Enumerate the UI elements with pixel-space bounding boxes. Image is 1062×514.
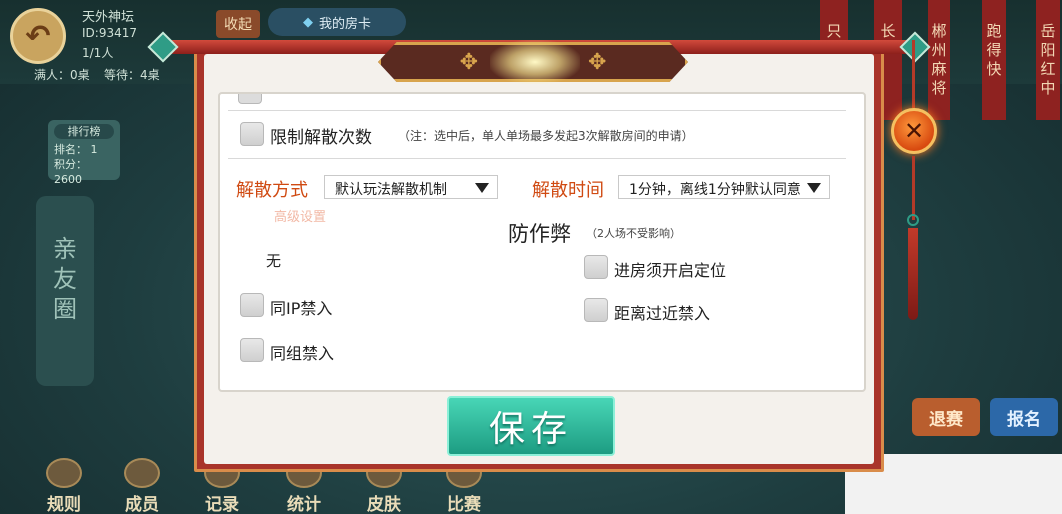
divider: [228, 158, 846, 159]
signup-button[interactable]: 报名: [990, 398, 1058, 436]
dissolve-time-value: 1分钟，离线1分钟默认同意: [629, 182, 801, 198]
limit-dissolve-label: 限制解散次数: [270, 128, 372, 148]
nav-label: 记录: [205, 495, 239, 514]
dissolve-time-select[interactable]: 1分钟，离线1分钟默认同意: [618, 175, 830, 199]
close-icon: ✕: [903, 117, 925, 145]
checkbox-partial[interactable]: [238, 94, 262, 104]
nav-rules[interactable]: 规则: [38, 458, 90, 514]
question-icon: [46, 458, 82, 488]
dissolve-method-select[interactable]: 默认玩法解散机制: [324, 175, 498, 199]
dissolve-time-label: 解散时间: [532, 180, 604, 201]
game-column-3[interactable]: 郴州麻将: [928, 0, 950, 120]
scrolled-row: [238, 94, 738, 104]
divider: [228, 110, 846, 111]
nav-label: 比赛: [447, 495, 481, 514]
nav-label: 成员: [125, 495, 159, 514]
player-count: 1/1人: [82, 46, 114, 60]
dissolve-method-label: 解散方式: [236, 180, 308, 201]
game-column-label: 跑得快: [986, 22, 1002, 78]
user-id: ID:93417: [82, 26, 137, 40]
game-column-label: 岳阳红中: [1040, 22, 1056, 97]
tassel-bead-icon: [907, 214, 919, 226]
same-group-label: 同组禁入: [270, 344, 335, 363]
ornament-icon: ✥: [588, 49, 607, 75]
user-name: 天外神坛: [82, 10, 135, 25]
tassel-icon: [908, 228, 918, 320]
game-column-label: 只: [826, 22, 842, 40]
tassel-string: [912, 40, 915, 108]
advanced-value: 无: [266, 252, 282, 270]
gem-icon: ◆: [302, 14, 313, 30]
rank-value: 排名： 1: [54, 143, 98, 156]
tables-waiting: 等待：4桌: [104, 68, 160, 82]
advanced-settings-label: 高级设置: [274, 210, 327, 225]
collapse-button[interactable]: 收起: [216, 10, 260, 38]
anti-cheat-title: 防作弊: [508, 222, 571, 246]
require-location-checkbox[interactable]: [584, 255, 608, 279]
person-icon: [124, 458, 160, 488]
same-group-checkbox[interactable]: [240, 338, 264, 362]
title-glow: [490, 40, 580, 84]
nav-label: 规则: [47, 495, 81, 514]
dropdown-arrow-icon: [475, 183, 489, 193]
limit-dissolve-checkbox[interactable]: [240, 122, 264, 146]
tassel-string: [912, 156, 915, 220]
my-room-card-button[interactable]: ◆ 我的房卡: [268, 8, 406, 36]
friend-circle-button[interactable]: 亲友圈: [36, 196, 94, 386]
same-ip-label: 同IP禁入: [270, 299, 333, 318]
distance-too-close-label: 距离过近禁入: [614, 304, 711, 323]
friend-circle-label: 亲友圈: [53, 235, 77, 323]
rank-list-title: 排行榜: [54, 124, 114, 139]
require-location-label: 进房须开启定位: [614, 261, 727, 280]
score-value: 积分：2600: [54, 158, 87, 186]
dissolve-method-value: 默认玩法解散机制: [335, 182, 447, 198]
exit-match-button[interactable]: 退赛: [912, 398, 980, 436]
limit-dissolve-note: （注：选中后，单人单场最多发起3次解散房间的申请）: [398, 129, 694, 143]
game-column-label: 郴州麻将: [931, 22, 947, 97]
game-column-label: 长: [880, 22, 896, 40]
anti-cheat-note: （2人场不受影响）: [586, 227, 681, 240]
nav-members[interactable]: 成员: [116, 458, 168, 514]
ornament-icon: ✥: [459, 49, 478, 75]
back-arrow-icon[interactable]: ↶: [10, 8, 66, 64]
distance-too-close-checkbox[interactable]: [584, 298, 608, 322]
settings-panel[interactable]: 限制解散次数 （注：选中后，单人单场最多发起3次解散房间的申请） 解散方式 默认…: [218, 92, 866, 392]
dropdown-arrow-icon: [807, 183, 821, 193]
tables-full: 满人：0桌: [34, 68, 90, 82]
nav-label: 统计: [287, 495, 321, 514]
save-button[interactable]: 保存: [447, 396, 615, 456]
rank-list-panel[interactable]: 排行榜 排名： 1 积分：2600: [48, 120, 120, 186]
game-column-4[interactable]: 跑得快: [982, 0, 1006, 120]
game-column-5[interactable]: 岳阳红中: [1036, 0, 1060, 120]
nav-label: 皮肤: [367, 495, 401, 514]
my-room-card-label: 我的房卡: [318, 16, 371, 32]
close-button[interactable]: ✕: [891, 108, 937, 154]
same-ip-checkbox[interactable]: [240, 293, 264, 317]
